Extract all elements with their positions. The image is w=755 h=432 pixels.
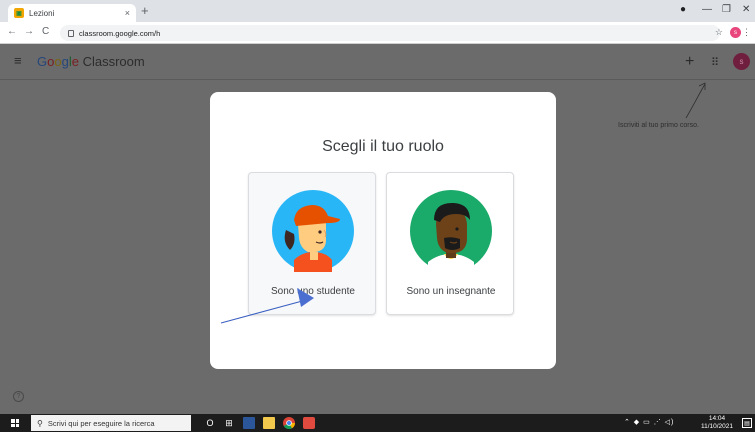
browser-tab-strip: ▣ Lezioni × + ● — ❐ ✕ [0,0,755,22]
browser-toolbar: ← → C classroom.google.com/h ☆ s ⋮ [0,22,755,44]
taskbar-search-box[interactable]: ⚲ Scrivi qui per eseguire la ricerca [31,415,191,431]
main-menu-icon[interactable]: ≡ [14,54,22,67]
brand-product: Classroom [82,54,145,69]
google-apps-icon[interactable]: ⠿ [711,56,719,69]
app-icon[interactable] [303,417,315,429]
tab-close-icon[interactable]: × [125,8,130,18]
record-icon[interactable]: ● [680,4,686,15]
classroom-app-bar: ≡ Google Classroom + ⠿ s [0,44,755,80]
bookmark-star-icon[interactable]: ☆ [715,27,723,38]
taskbar-clock[interactable]: 14:04 11/10/2021 [697,415,737,431]
clock-date: 11/10/2021 [700,423,734,430]
notification-center-icon[interactable]: ▤ [742,418,752,428]
clock-time: 14:04 [708,415,726,422]
brand-letter: G [37,54,48,69]
chrome-app-icon[interactable] [283,417,295,429]
word-app-icon[interactable] [243,417,255,429]
brand-letter: o [54,54,62,69]
address-bar[interactable]: classroom.google.com/h [60,25,720,41]
brand-letter: g [61,54,69,69]
dialog-title: Scegli il tuo ruolo [322,138,444,155]
browser-menu-icon[interactable]: ⋮ [742,27,751,38]
teacher-role-label: Sono un insegnante [406,286,496,297]
classroom-favicon-icon: ▣ [14,8,24,18]
google-classroom-logo[interactable]: Google Classroom [37,54,145,69]
forward-button[interactable]: → [24,26,34,37]
reload-button[interactable]: C [42,26,49,37]
task-view-icon[interactable]: ⊞ [223,417,235,429]
minimize-button[interactable]: — [702,4,712,15]
search-icon: ⚲ [37,418,43,428]
teacher-illustration-icon [410,190,492,272]
join-class-hint: Iscriviti al tuo primo corso. [618,122,699,129]
back-button[interactable]: ← [7,26,17,37]
browser-profile-avatar[interactable]: s [730,27,741,38]
student-illustration-icon [272,190,354,272]
taskbar-search-placeholder: Scrivi qui per eseguire la ricerca [47,418,155,428]
chrome-logo-icon [283,417,295,429]
cortana-icon[interactable]: O [204,417,216,429]
tab-title: Lezioni [29,8,55,18]
windows-start-icon[interactable] [11,419,19,427]
help-icon[interactable]: ? [13,391,24,402]
browser-tab[interactable]: ▣ Lezioni × [8,4,136,22]
student-role-card[interactable]: Sono uno studente [248,172,376,315]
screen: ▣ Lezioni × + ● — ❐ ✕ ← → C classroom.go… [0,0,755,432]
maximize-button[interactable]: ❐ [722,4,731,15]
hint-arrow-icon [685,82,706,119]
student-role-label: Sono uno studente [271,286,355,297]
lock-icon [68,29,74,37]
new-tab-button[interactable]: + [141,4,149,17]
url-text: classroom.google.com/h [79,28,161,38]
system-tray[interactable]: ⌃ ◆ ▭ ⋰ ◁) [624,418,674,426]
brand-letter: e [71,54,79,69]
role-selection-dialog: Scegli il tuo ruolo Sono uno studente So… [210,92,556,369]
windows-taskbar: ⚲ Scrivi qui per eseguire la ricerca O ⊞… [0,414,755,432]
file-explorer-icon[interactable] [263,417,275,429]
account-avatar[interactable]: s [733,53,750,70]
create-or-join-class-button[interactable]: + [685,53,694,71]
close-window-button[interactable]: ✕ [742,4,750,15]
teacher-role-card[interactable]: Sono un insegnante [386,172,514,315]
